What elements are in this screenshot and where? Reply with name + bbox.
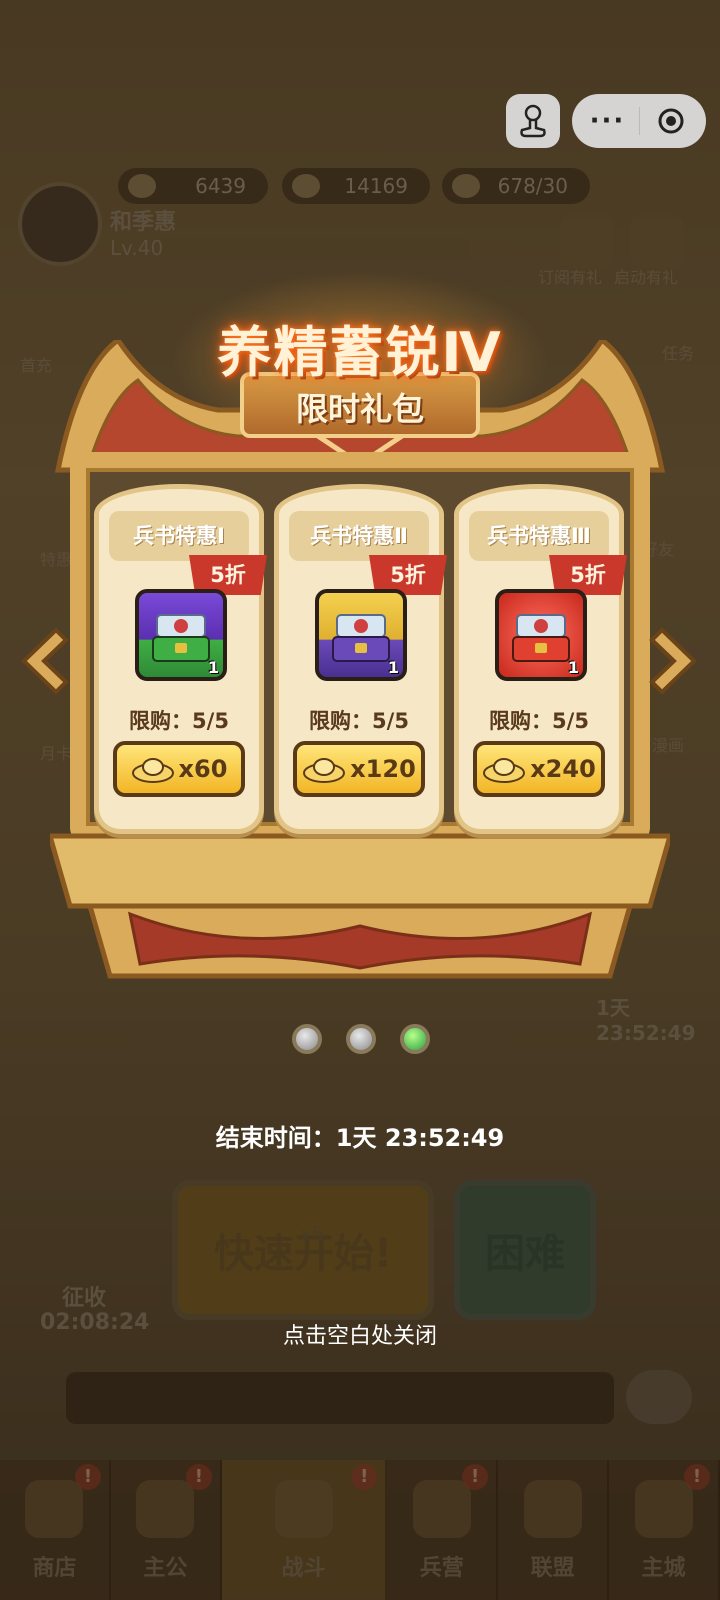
purchase-limit: 限购：5/5 [489, 709, 589, 733]
close-hint: 点击空白处关闭 [282, 1324, 437, 1349]
item-quantity: 1 [567, 658, 579, 677]
scroll-chest-item[interactable]: 1 [135, 589, 227, 681]
next-page-arrow-icon[interactable] [648, 626, 702, 696]
end-time: 结束时间：1天 23:52:49 [215, 1124, 505, 1152]
price-label: x60 [178, 755, 228, 783]
item-quantity: 1 [387, 658, 399, 677]
popup-title: 养精蓄锐Ⅳ [217, 321, 503, 384]
target-icon [658, 108, 683, 134]
card-title: 兵书特惠Ⅰ [109, 511, 249, 561]
gold-ingot-icon [483, 758, 526, 783]
buy-button-3[interactable]: x240 [473, 741, 605, 797]
price-label: x120 [350, 755, 416, 783]
page-dot-3-active[interactable] [400, 1024, 430, 1054]
game-assistant-button[interactable] [506, 94, 560, 148]
scroll-chest-item[interactable]: 1 [315, 589, 407, 681]
buy-button-2[interactable]: x120 [293, 741, 425, 797]
prev-page-arrow-icon[interactable] [16, 626, 70, 696]
purchase-limit: 限购：5/5 [129, 709, 229, 733]
chest-base [50, 833, 670, 979]
popup-subtitle: 限时礼包 [295, 390, 424, 428]
item-quantity: 1 [207, 658, 219, 677]
gift-card-2: 兵书特惠Ⅱ 5折 1 限购：5/5 x120 [274, 484, 447, 834]
miniprogram-capsule: ··· [572, 94, 706, 148]
gift-card-1: 兵书特惠Ⅰ 5折 1 限购：5/5 x60 [94, 484, 267, 834]
card-title: 兵书特惠Ⅱ [289, 511, 429, 561]
page-dot-1[interactable] [292, 1024, 322, 1054]
gift-card-3: 兵书特惠Ⅲ 5折 1 限购：5/5 x240 [454, 484, 627, 834]
purchase-limit: 限购：5/5 [309, 709, 409, 733]
joystick-icon [520, 104, 546, 138]
buy-button-1[interactable]: x60 [113, 741, 245, 797]
gold-ingot-icon [131, 758, 174, 783]
price-label: x240 [530, 755, 596, 783]
card-title: 兵书特惠Ⅲ [469, 511, 609, 561]
page-dot-2[interactable] [346, 1024, 376, 1054]
scroll-chest-item[interactable]: 1 [495, 589, 587, 681]
more-menu-button[interactable]: ··· [577, 106, 639, 136]
close-miniprogram-button[interactable] [640, 106, 702, 136]
gold-ingot-icon [303, 758, 346, 783]
